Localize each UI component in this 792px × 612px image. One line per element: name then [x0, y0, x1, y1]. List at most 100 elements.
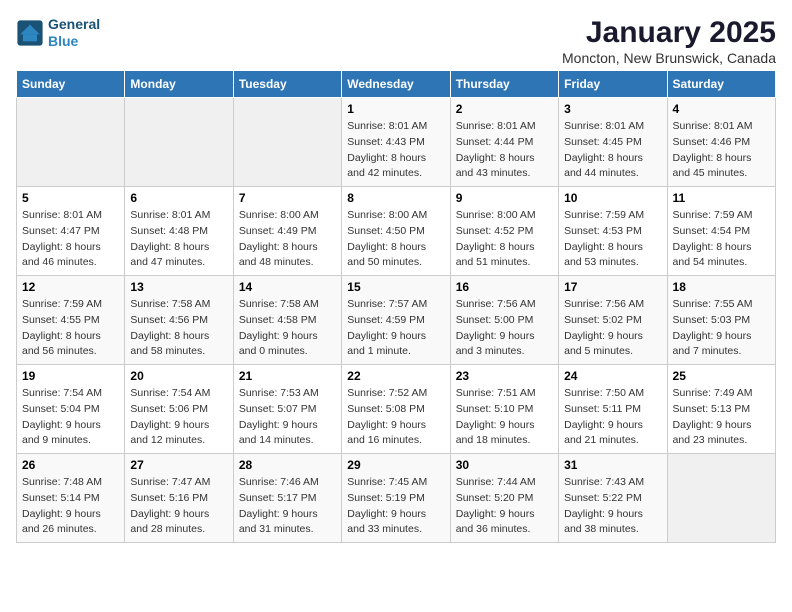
day-number: 25 — [673, 369, 770, 383]
day-number: 23 — [456, 369, 553, 383]
calendar-cell: 1 Sunrise: 8:01 AMSunset: 4:43 PMDaylight… — [342, 98, 450, 187]
day-info: Sunrise: 8:00 AMSunset: 4:50 PMDaylight:… — [347, 208, 444, 271]
calendar-cell: 25 Sunrise: 7:49 AMSunset: 5:13 PMDayligh… — [667, 365, 775, 454]
calendar-cell: 9Sunrise: 8:00 AMSunset: 4:52 PMDaylight… — [450, 187, 558, 276]
day-info: Sunrise: 7:46 AMSunset: 5:17 PMDaylight:… — [239, 475, 336, 538]
day-number: 2 — [456, 102, 553, 116]
day-info: Sunrise: 7:43 AMSunset: 5:22 PMDaylight:… — [564, 475, 661, 538]
calendar-cell: 14Sunrise: 7:58 AMSunset: 4:58 PMDayligh… — [233, 276, 341, 365]
week-row-4: 19 Sunrise: 7:54 AMSunset: 5:04 PMDayligh… — [17, 365, 776, 454]
day-number: 7 — [239, 191, 336, 205]
day-number: 26 — [22, 458, 119, 472]
day-info: Sunrise: 8:01 AMSunset: 4:47 PMDaylight:… — [22, 208, 119, 271]
day-info: Sunrise: 7:54 AMSunset: 5:06 PMDaylight:… — [130, 386, 227, 449]
day-number: 24 — [564, 369, 661, 383]
day-info: Sunrise: 7:52 AMSunset: 5:08 PMDaylight:… — [347, 386, 444, 449]
day-header-tuesday: Tuesday — [233, 71, 341, 98]
day-info: Sunrise: 7:58 AMSunset: 4:56 PMDaylight:… — [130, 297, 227, 360]
day-info: Sunrise: 7:51 AMSunset: 5:10 PMDaylight:… — [456, 386, 553, 449]
day-info: Sunrise: 8:01 AMSunset: 4:45 PMDaylight:… — [564, 119, 661, 182]
day-info: Sunrise: 8:01 AMSunset: 4:46 PMDaylight:… — [673, 119, 770, 182]
calendar-cell: 27 Sunrise: 7:47 AMSunset: 5:16 PMDayligh… — [125, 454, 233, 543]
calendar-table: SundayMondayTuesdayWednesdayThursdayFrid… — [16, 70, 776, 543]
day-number: 8 — [347, 191, 444, 205]
day-number: 11 — [673, 191, 770, 205]
calendar-cell — [125, 98, 233, 187]
day-header-friday: Friday — [559, 71, 667, 98]
day-number: 31 — [564, 458, 661, 472]
calendar-cell — [233, 98, 341, 187]
day-number: 18 — [673, 280, 770, 294]
calendar-cell: 7 Sunrise: 8:00 AMSunset: 4:49 PMDaylight… — [233, 187, 341, 276]
calendar-cell: 6 Sunrise: 8:01 AMSunset: 4:48 PMDaylight… — [125, 187, 233, 276]
calendar-cell: 31 Sunrise: 7:43 AMSunset: 5:22 PMDayligh… — [559, 454, 667, 543]
calendar-cell: 18 Sunrise: 7:55 AMSunset: 5:03 PMDayligh… — [667, 276, 775, 365]
day-info: Sunrise: 7:45 AMSunset: 5:19 PMDaylight:… — [347, 475, 444, 538]
logo-line1: General — [48, 16, 100, 32]
page-header: General Blue January 2025 Moncton, New B… — [16, 16, 776, 66]
day-number: 4 — [673, 102, 770, 116]
day-number: 1 — [347, 102, 444, 116]
calendar-header: SundayMondayTuesdayWednesdayThursdayFrid… — [17, 71, 776, 98]
week-row-1: 1 Sunrise: 8:01 AMSunset: 4:43 PMDaylight… — [17, 98, 776, 187]
calendar-cell: 5 Sunrise: 8:01 AMSunset: 4:47 PMDaylight… — [17, 187, 125, 276]
day-info: Sunrise: 7:59 AMSunset: 4:53 PMDaylight:… — [564, 208, 661, 271]
day-number: 16 — [456, 280, 553, 294]
logo-icon — [16, 19, 44, 47]
calendar-cell: 19 Sunrise: 7:54 AMSunset: 5:04 PMDayligh… — [17, 365, 125, 454]
day-number: 28 — [239, 458, 336, 472]
calendar-cell: 26Sunrise: 7:48 AMSunset: 5:14 PMDayligh… — [17, 454, 125, 543]
calendar-cell: 4 Sunrise: 8:01 AMSunset: 4:46 PMDaylight… — [667, 98, 775, 187]
day-number: 15 — [347, 280, 444, 294]
calendar-cell: 20 Sunrise: 7:54 AMSunset: 5:06 PMDayligh… — [125, 365, 233, 454]
location-subtitle: Moncton, New Brunswick, Canada — [562, 50, 776, 66]
day-number: 19 — [22, 369, 119, 383]
day-number: 20 — [130, 369, 227, 383]
logo-line2: Blue — [48, 33, 100, 50]
day-info: Sunrise: 7:49 AMSunset: 5:13 PMDaylight:… — [673, 386, 770, 449]
day-info: Sunrise: 7:44 AMSunset: 5:20 PMDaylight:… — [456, 475, 553, 538]
day-number: 6 — [130, 191, 227, 205]
week-row-3: 12 Sunrise: 7:59 AMSunset: 4:55 PMDayligh… — [17, 276, 776, 365]
day-info: Sunrise: 7:59 AMSunset: 4:55 PMDaylight:… — [22, 297, 119, 360]
title-block: January 2025 Moncton, New Brunswick, Can… — [562, 16, 776, 66]
day-header-monday: Monday — [125, 71, 233, 98]
day-number: 12 — [22, 280, 119, 294]
day-number: 5 — [22, 191, 119, 205]
day-info: Sunrise: 7:47 AMSunset: 5:16 PMDaylight:… — [130, 475, 227, 538]
calendar-cell: 2 Sunrise: 8:01 AMSunset: 4:44 PMDaylight… — [450, 98, 558, 187]
day-info: Sunrise: 7:56 AMSunset: 5:02 PMDaylight:… — [564, 297, 661, 360]
day-header-thursday: Thursday — [450, 71, 558, 98]
week-row-2: 5 Sunrise: 8:01 AMSunset: 4:47 PMDaylight… — [17, 187, 776, 276]
day-info: Sunrise: 7:55 AMSunset: 5:03 PMDaylight:… — [673, 297, 770, 360]
day-number: 29 — [347, 458, 444, 472]
calendar-cell: 15Sunrise: 7:57 AMSunset: 4:59 PMDayligh… — [342, 276, 450, 365]
day-number: 27 — [130, 458, 227, 472]
day-number: 22 — [347, 369, 444, 383]
calendar-cell: 13Sunrise: 7:58 AMSunset: 4:56 PMDayligh… — [125, 276, 233, 365]
month-title: January 2025 — [562, 16, 776, 50]
calendar-cell: 3 Sunrise: 8:01 AMSunset: 4:45 PMDaylight… — [559, 98, 667, 187]
day-number: 3 — [564, 102, 661, 116]
calendar-cell: 30 Sunrise: 7:44 AMSunset: 5:20 PMDayligh… — [450, 454, 558, 543]
calendar-cell: 29 Sunrise: 7:45 AMSunset: 5:19 PMDayligh… — [342, 454, 450, 543]
day-info: Sunrise: 7:54 AMSunset: 5:04 PMDaylight:… — [22, 386, 119, 449]
day-info: Sunrise: 8:01 AMSunset: 4:48 PMDaylight:… — [130, 208, 227, 271]
day-info: Sunrise: 8:01 AMSunset: 4:44 PMDaylight:… — [456, 119, 553, 182]
calendar-cell: 11Sunrise: 7:59 AMSunset: 4:54 PMDayligh… — [667, 187, 775, 276]
day-of-week-row: SundayMondayTuesdayWednesdayThursdayFrid… — [17, 71, 776, 98]
calendar-cell — [17, 98, 125, 187]
day-number: 9 — [456, 191, 553, 205]
day-info: Sunrise: 7:53 AMSunset: 5:07 PMDaylight:… — [239, 386, 336, 449]
calendar-cell: 16 Sunrise: 7:56 AMSunset: 5:00 PMDayligh… — [450, 276, 558, 365]
day-info: Sunrise: 7:58 AMSunset: 4:58 PMDaylight:… — [239, 297, 336, 360]
day-info: Sunrise: 7:56 AMSunset: 5:00 PMDaylight:… — [456, 297, 553, 360]
day-info: Sunrise: 8:01 AMSunset: 4:43 PMDaylight:… — [347, 119, 444, 182]
calendar-cell: 12 Sunrise: 7:59 AMSunset: 4:55 PMDayligh… — [17, 276, 125, 365]
day-header-sunday: Sunday — [17, 71, 125, 98]
day-header-saturday: Saturday — [667, 71, 775, 98]
calendar-cell: 28 Sunrise: 7:46 AMSunset: 5:17 PMDayligh… — [233, 454, 341, 543]
day-info: Sunrise: 8:00 AMSunset: 4:49 PMDaylight:… — [239, 208, 336, 271]
day-number: 30 — [456, 458, 553, 472]
day-number: 21 — [239, 369, 336, 383]
